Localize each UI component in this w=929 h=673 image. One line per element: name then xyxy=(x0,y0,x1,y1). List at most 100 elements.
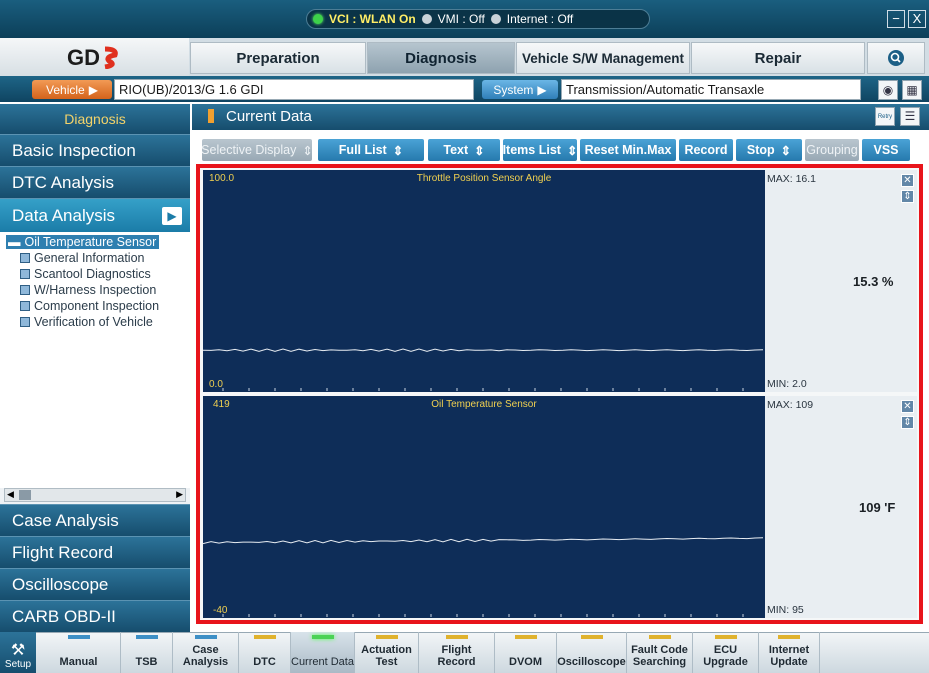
bottom-item-actuation-test[interactable]: Actuation Test xyxy=(355,632,419,673)
bottom-item-flight-record[interactable]: Flight Record xyxy=(419,632,495,673)
sidebar-item-oscilloscope[interactable]: Oscilloscope xyxy=(0,568,190,600)
sidebar-item-basic-inspection[interactable]: Basic Inspection xyxy=(0,134,190,166)
tree-item-label: General Information xyxy=(34,251,145,265)
updown-arrow-icon: ⇕ xyxy=(474,143,485,158)
menu-button[interactable]: ☰ xyxy=(900,107,920,126)
tree-item[interactable]: Component Inspection xyxy=(20,299,159,313)
bottom-item-current-data[interactable]: Current Data xyxy=(291,632,355,673)
internet-status-text: Internet : Off xyxy=(506,12,574,26)
tab-preparation[interactable]: Preparation xyxy=(190,42,366,74)
button-label: Items List xyxy=(502,143,561,157)
full-list-button[interactable]: Full List ⇕ xyxy=(318,139,424,161)
tree-root-item[interactable]: ▬ Oil Temperature Sensor xyxy=(6,235,160,249)
layout-icon: ▦ xyxy=(906,83,918,97)
graph-line-area xyxy=(203,537,764,617)
status-indicator-icon xyxy=(375,635,398,639)
tree-item[interactable]: W/Harness Inspection xyxy=(20,283,156,297)
scroll-right-icon[interactable]: ▶ xyxy=(176,489,183,500)
tree-root-label: Oil Temperature Sensor xyxy=(24,235,157,249)
window-layout-button[interactable]: ▦ xyxy=(902,80,922,100)
max-label: MAX: 16.1 xyxy=(767,173,817,185)
button-label: VSS xyxy=(873,143,899,157)
vehicle-button[interactable]: Vehicle ▶ xyxy=(32,80,112,99)
status-indicator-icon xyxy=(514,635,537,639)
bottom-item-dtc[interactable]: DTC xyxy=(239,632,291,673)
bottom-item-manual[interactable]: Manual xyxy=(37,632,121,673)
document-icon xyxy=(20,253,30,263)
button-label: Text xyxy=(443,143,469,157)
wrench-icon: ⚒ xyxy=(10,642,26,659)
tree-item-label: W/Harness Inspection xyxy=(34,283,157,297)
bottom-item-case-analysis[interactable]: Case Analysis xyxy=(173,632,239,673)
status-indicator-icon xyxy=(445,635,468,639)
button-label: Selective Display xyxy=(201,143,297,157)
status-indicator-icon xyxy=(67,635,90,639)
bottom-item-fault-code-searching[interactable]: Fault Code Searching xyxy=(627,632,693,673)
reorder-graph-icon[interactable]: ⇕ xyxy=(901,416,914,429)
connection-status: VCI : WLAN On VMI : Off Internet : Off xyxy=(306,9,650,29)
record-button[interactable]: Record xyxy=(679,139,733,161)
search-button[interactable] xyxy=(867,42,925,74)
bottom-item-oscilloscope[interactable]: Oscilloscope xyxy=(557,632,627,673)
graph-oil-temperature[interactable]: 419 Oil Temperature Sensor -40 xyxy=(203,396,765,618)
text-button[interactable]: Text ⇕ xyxy=(428,139,500,161)
data-line xyxy=(203,537,764,545)
grouping-button[interactable]: Grouping xyxy=(805,139,859,161)
bottom-item-dvom[interactable]: DVOM xyxy=(495,632,557,673)
close-button[interactable]: X xyxy=(908,10,926,28)
stop-button[interactable]: Stop ⇕ xyxy=(736,139,802,161)
bottom-item-label: ECU Upgrade xyxy=(703,644,748,668)
setup-button[interactable]: ⚒ Setup xyxy=(0,632,36,673)
button-label: Reset Min.Max xyxy=(584,143,672,157)
close-graph-icon[interactable]: ✕ xyxy=(901,400,914,413)
camera-icon: ◉ xyxy=(882,83,894,97)
minimize-button[interactable]: − xyxy=(887,10,905,28)
data-line xyxy=(203,348,764,352)
status-indicator-icon xyxy=(778,635,800,639)
bottom-item-internet-update[interactable]: Internet Update xyxy=(759,632,820,673)
selective-display-button[interactable]: Selective Display ⇕ xyxy=(201,139,313,161)
bottom-item-label: TSB xyxy=(135,656,158,668)
bottom-item-label: Case Analysis xyxy=(182,644,229,668)
tab-repair[interactable]: Repair xyxy=(691,42,865,74)
document-icon xyxy=(20,317,30,327)
tree-item[interactable]: Verification of Vehicle xyxy=(20,315,153,329)
system-button[interactable]: System ▶ xyxy=(482,80,558,99)
close-graph-icon[interactable]: ✕ xyxy=(901,174,914,187)
tree-horizontal-scrollbar[interactable]: ◀ ▶ xyxy=(4,488,186,502)
scroll-left-icon[interactable]: ◀ xyxy=(7,489,14,500)
bottom-item-label: Current Data xyxy=(291,656,354,668)
status-indicator-icon xyxy=(194,635,217,639)
reset-min-max-button[interactable]: Reset Min.Max xyxy=(580,139,676,161)
updown-arrow-icon: ⇕ xyxy=(392,143,404,158)
retry-button[interactable]: Retry xyxy=(875,107,895,126)
bottom-item-ecu-upgrade[interactable]: ECU Upgrade xyxy=(693,632,759,673)
bottom-item-label: Oscilloscope xyxy=(557,656,626,668)
play-arrow-icon: ▶ xyxy=(88,82,98,97)
tab-diagnosis[interactable]: Diagnosis xyxy=(367,42,515,74)
sidebar-item-data-analysis[interactable]: Data Analysis ▶ xyxy=(0,198,190,232)
sidebar-item-dtc-analysis[interactable]: DTC Analysis xyxy=(0,166,190,198)
vci-status-text: VCI : WLAN On xyxy=(329,12,416,26)
items-list-button[interactable]: Items List ⇕ xyxy=(503,139,577,161)
sidebar-item-case-analysis[interactable]: Case Analysis xyxy=(0,504,190,536)
gds-logo: GD xyxy=(0,38,189,76)
sidebar-item-carb-obd-ii[interactable]: CARB OBD-II xyxy=(0,600,190,632)
tab-vehicle-sw-management[interactable]: Vehicle S/W Management xyxy=(516,42,690,74)
menu-icon: ☰ xyxy=(904,109,916,123)
status-indicator-icon xyxy=(311,635,334,639)
vci-status-icon xyxy=(313,14,323,24)
bottom-item-tsb[interactable]: TSB xyxy=(121,632,173,673)
tree-item[interactable]: Scantool Diagnostics xyxy=(20,267,151,281)
button-label: Stop xyxy=(746,143,775,157)
sidebar-item-flight-record[interactable]: Flight Record xyxy=(0,536,190,568)
scroll-thumb[interactable] xyxy=(19,490,31,500)
vss-button[interactable]: VSS xyxy=(862,139,910,161)
reorder-graph-icon[interactable]: ⇕ xyxy=(901,190,914,203)
graph-throttle-position[interactable]: 100.0 Throttle Position Sensor Angle 0.0 xyxy=(203,170,765,392)
current-value: 15.3 % xyxy=(853,274,894,289)
play-arrow-icon: ▶ xyxy=(537,82,547,97)
bottom-item-label: DTC xyxy=(253,656,276,668)
tree-item[interactable]: General Information xyxy=(20,251,144,265)
camera-button[interactable]: ◉ xyxy=(878,80,898,100)
